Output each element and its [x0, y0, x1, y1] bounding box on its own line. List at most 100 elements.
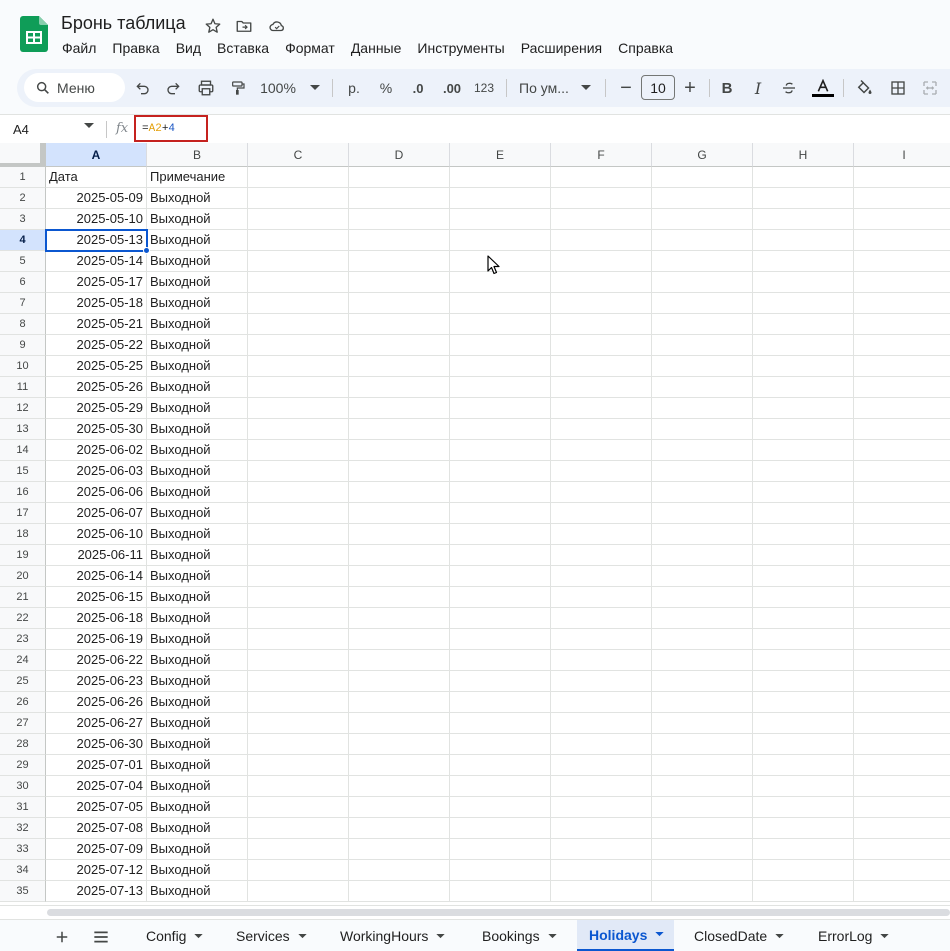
empty-cell[interactable]: [248, 356, 349, 377]
empty-cell[interactable]: [854, 272, 950, 293]
empty-cell[interactable]: [753, 608, 854, 629]
cell-b[interactable]: Выходной: [147, 293, 248, 314]
empty-cell[interactable]: [349, 167, 450, 188]
empty-cell[interactable]: [854, 293, 950, 314]
empty-cell[interactable]: [854, 524, 950, 545]
column-header-b[interactable]: B: [147, 143, 248, 167]
empty-cell[interactable]: [551, 419, 652, 440]
empty-cell[interactable]: [652, 314, 753, 335]
cell-a[interactable]: 2025-06-03: [46, 461, 147, 482]
empty-cell[interactable]: [349, 839, 450, 860]
empty-cell[interactable]: [652, 419, 753, 440]
empty-cell[interactable]: [854, 608, 950, 629]
row-header[interactable]: 3: [0, 209, 46, 230]
row-header[interactable]: 19: [0, 545, 46, 566]
empty-cell[interactable]: [450, 209, 551, 230]
column-header-f[interactable]: F: [551, 143, 652, 167]
empty-cell[interactable]: [349, 482, 450, 503]
cell-b[interactable]: Выходной: [147, 755, 248, 776]
paint-format-icon[interactable]: [228, 75, 248, 101]
empty-cell[interactable]: [551, 230, 652, 251]
empty-cell[interactable]: [450, 776, 551, 797]
empty-cell[interactable]: [349, 881, 450, 902]
empty-cell[interactable]: [349, 293, 450, 314]
empty-cell[interactable]: [551, 251, 652, 272]
percent-format-button[interactable]: %: [375, 75, 397, 101]
empty-cell[interactable]: [248, 692, 349, 713]
empty-cell[interactable]: [248, 818, 349, 839]
empty-cell[interactable]: [753, 797, 854, 818]
empty-cell[interactable]: [349, 356, 450, 377]
empty-cell[interactable]: [248, 671, 349, 692]
cell-a[interactable]: 2025-07-01: [46, 755, 147, 776]
empty-cell[interactable]: [450, 566, 551, 587]
cell-b[interactable]: Выходной: [147, 461, 248, 482]
empty-cell[interactable]: [450, 398, 551, 419]
row-header[interactable]: 31: [0, 797, 46, 818]
empty-cell[interactable]: [248, 209, 349, 230]
borders-icon[interactable]: [887, 75, 909, 101]
empty-cell[interactable]: [248, 566, 349, 587]
empty-cell[interactable]: [753, 188, 854, 209]
empty-cell[interactable]: [248, 839, 349, 860]
empty-cell[interactable]: [450, 671, 551, 692]
empty-cell[interactable]: [652, 440, 753, 461]
empty-cell[interactable]: [854, 839, 950, 860]
empty-cell[interactable]: [652, 881, 753, 902]
empty-cell[interactable]: [349, 398, 450, 419]
empty-cell[interactable]: [349, 251, 450, 272]
cell-a[interactable]: 2025-05-09: [46, 188, 147, 209]
empty-cell[interactable]: [248, 734, 349, 755]
cell-b[interactable]: Выходной: [147, 671, 248, 692]
empty-cell[interactable]: [753, 839, 854, 860]
cell-a[interactable]: 2025-06-14: [46, 566, 147, 587]
cell-b[interactable]: Выходной: [147, 734, 248, 755]
row-header[interactable]: 30: [0, 776, 46, 797]
empty-cell[interactable]: [349, 314, 450, 335]
empty-cell[interactable]: [551, 188, 652, 209]
sheet-tab-workinghours[interactable]: WorkingHours: [328, 920, 455, 951]
undo-icon[interactable]: [133, 75, 153, 101]
cell-a[interactable]: 2025-06-15: [46, 587, 147, 608]
empty-cell[interactable]: [753, 251, 854, 272]
currency-format-button[interactable]: р.: [343, 75, 365, 101]
empty-cell[interactable]: [248, 524, 349, 545]
row-header[interactable]: 8: [0, 314, 46, 335]
fill-handle[interactable]: [143, 247, 150, 254]
empty-cell[interactable]: [349, 608, 450, 629]
select-all-corner[interactable]: [0, 143, 46, 167]
empty-cell[interactable]: [349, 209, 450, 230]
empty-cell[interactable]: [854, 629, 950, 650]
cell-b[interactable]: Выходной: [147, 398, 248, 419]
cell-b[interactable]: Выходной: [147, 587, 248, 608]
empty-cell[interactable]: [854, 209, 950, 230]
empty-cell[interactable]: [652, 734, 753, 755]
cell-a[interactable]: 2025-05-30: [46, 419, 147, 440]
empty-cell[interactable]: [349, 545, 450, 566]
empty-cell[interactable]: [349, 797, 450, 818]
row-header[interactable]: 10: [0, 356, 46, 377]
empty-cell[interactable]: [450, 503, 551, 524]
empty-cell[interactable]: [854, 797, 950, 818]
empty-cell[interactable]: [349, 461, 450, 482]
empty-cell[interactable]: [248, 503, 349, 524]
cell-a[interactable]: 2025-05-22: [46, 335, 147, 356]
print-icon[interactable]: [195, 75, 217, 101]
empty-cell[interactable]: [450, 356, 551, 377]
empty-cell[interactable]: [753, 713, 854, 734]
empty-cell[interactable]: [551, 881, 652, 902]
empty-cell[interactable]: [450, 755, 551, 776]
cell-b[interactable]: Примечание: [147, 167, 248, 188]
empty-cell[interactable]: [753, 503, 854, 524]
horizontal-scrollbar[interactable]: [0, 905, 950, 919]
menu-item[interactable]: Правка: [104, 39, 167, 59]
cell-a[interactable]: 2025-05-21: [46, 314, 147, 335]
row-header[interactable]: 2: [0, 188, 46, 209]
empty-cell[interactable]: [248, 293, 349, 314]
menu-item[interactable]: Инструменты: [409, 39, 512, 59]
all-sheets-menu-icon[interactable]: [91, 927, 111, 947]
cell-a[interactable]: 2025-06-07: [46, 503, 147, 524]
empty-cell[interactable]: [450, 881, 551, 902]
cell-a[interactable]: 2025-06-10: [46, 524, 147, 545]
empty-cell[interactable]: [652, 608, 753, 629]
